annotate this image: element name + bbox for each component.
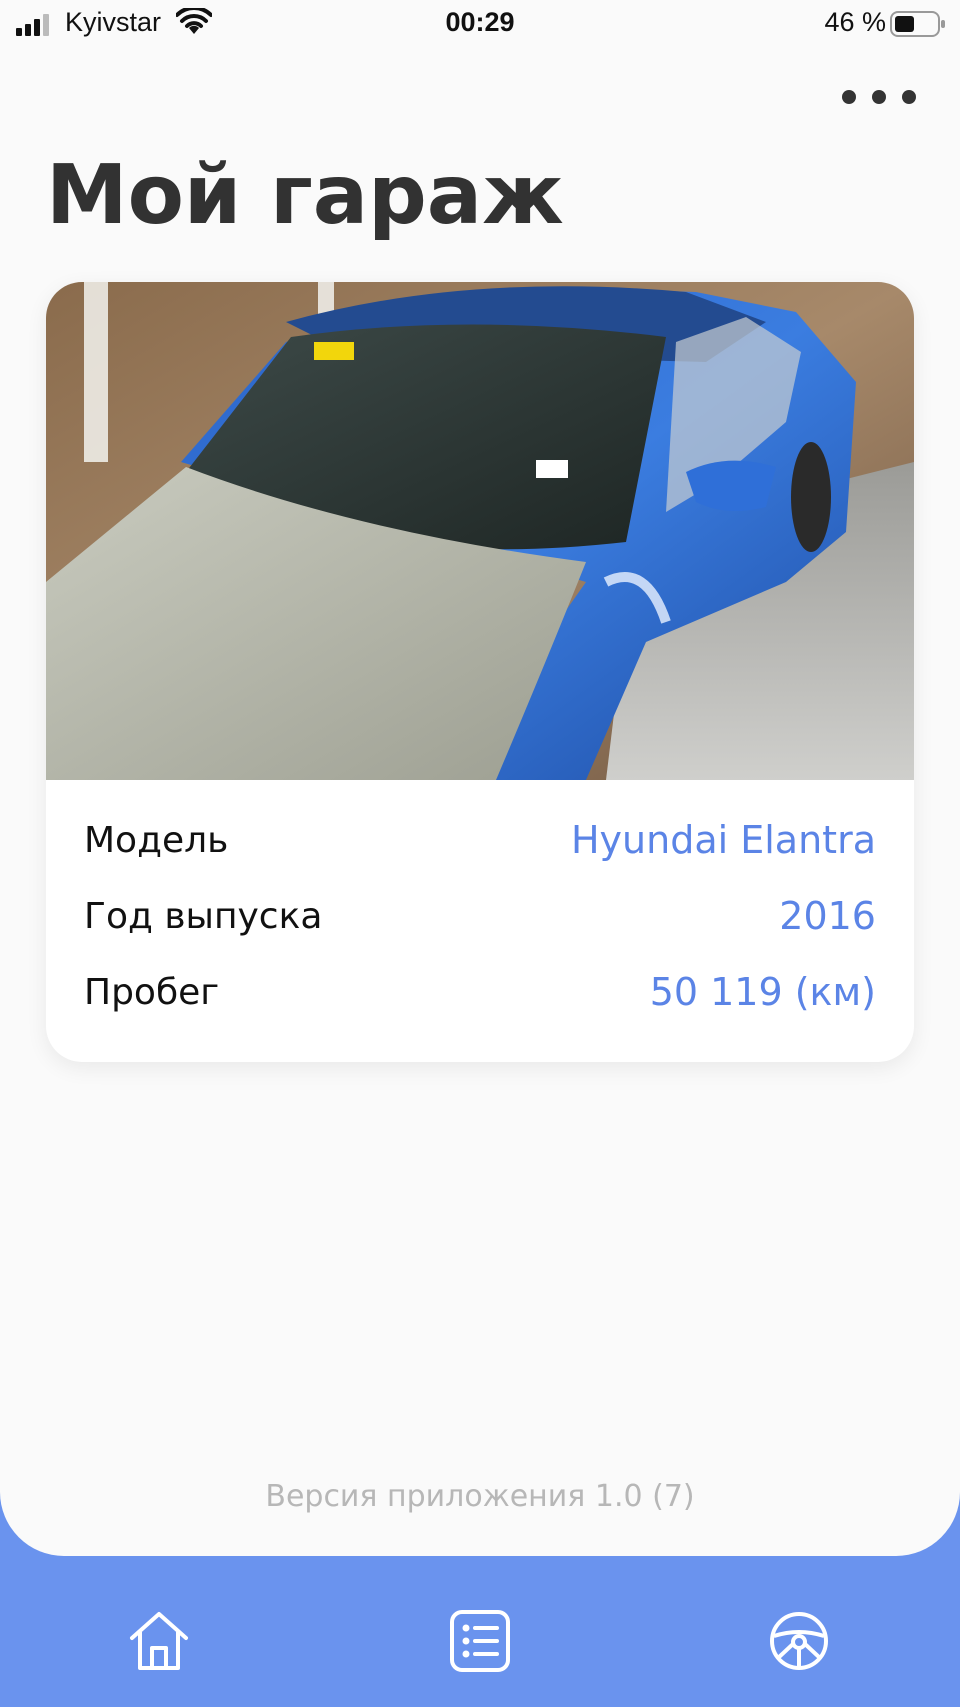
mileage-label: Пробег <box>84 971 220 1013</box>
more-options-button[interactable] <box>842 82 916 112</box>
year-value: 2016 <box>779 894 876 938</box>
tab-home[interactable] <box>124 1606 194 1676</box>
battery-icon <box>890 11 945 37</box>
home-icon <box>130 1612 188 1670</box>
page-title: Мой гараж <box>46 148 564 243</box>
info-row-mileage: Пробег 50 119 (км) <box>84 964 876 1020</box>
tab-garage[interactable] <box>764 1606 834 1676</box>
battery-percentage: 46 % <box>824 7 886 37</box>
car-card[interactable]: Модель Hyundai Elantra Год выпуска 2016 … <box>46 282 914 1062</box>
steering-wheel-icon <box>770 1612 828 1670</box>
car-photo <box>46 282 914 780</box>
screen: Kyivstar 00:29 46 % Мой гараж Модель Hyu… <box>0 0 960 1556</box>
status-bar: Kyivstar 00:29 46 % <box>0 0 960 50</box>
info-row-year: Год выпуска 2016 <box>84 888 876 944</box>
model-value: Hyundai Elantra <box>570 818 876 862</box>
tab-bar <box>0 1556 960 1707</box>
info-row-model: Модель Hyundai Elantra <box>84 812 876 868</box>
status-time: 00:29 <box>445 7 515 37</box>
more-horizontal-icon <box>842 90 856 104</box>
app-version: Версия приложения 1.0 (7) <box>265 1479 695 1514</box>
list-icon <box>450 1610 510 1672</box>
model-label: Модель <box>84 819 229 861</box>
year-label: Год выпуска <box>84 895 323 937</box>
tab-list[interactable] <box>445 1606 515 1676</box>
mileage-value: 50 119 (км) <box>649 970 876 1014</box>
